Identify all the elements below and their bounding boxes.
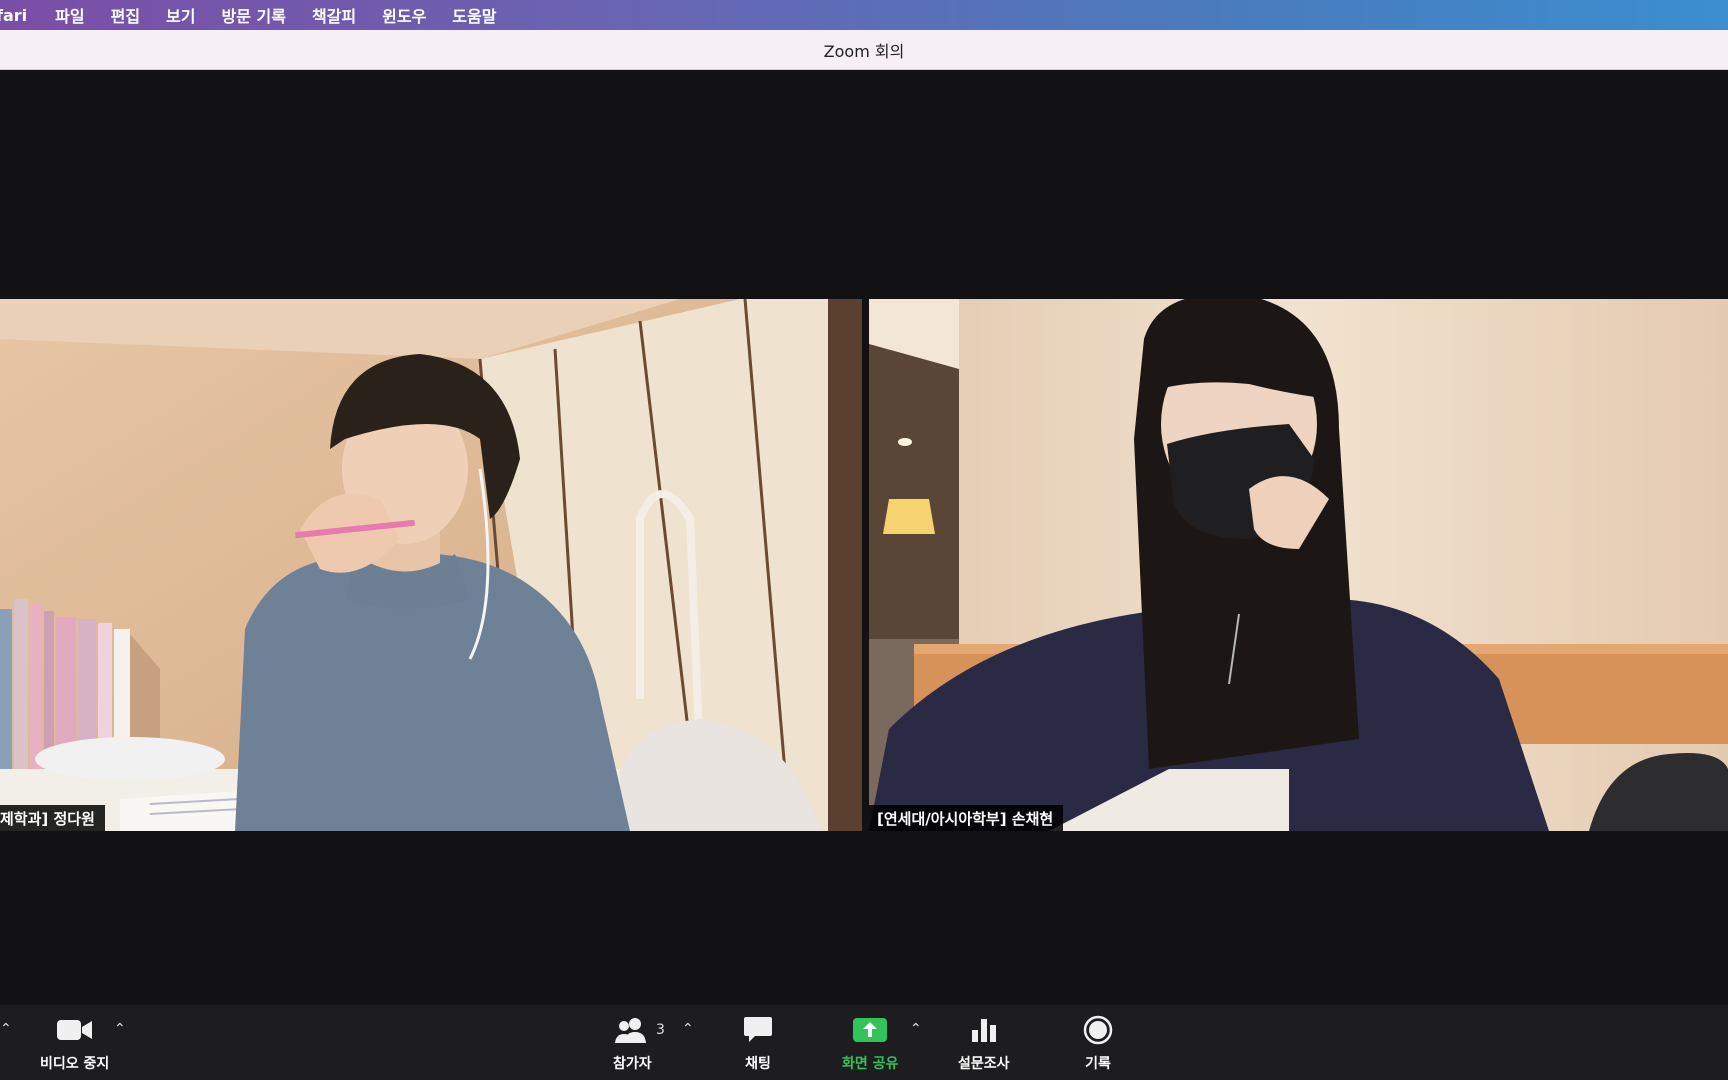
window-title: Zoom 회의 [823, 41, 905, 61]
video-tile-participant-2[interactable]: [연세대/아시아학부] 손채현 [869, 299, 1728, 831]
meeting-toolbar: ⌃ 비디오 중지 ⌃ 참가자 3 ⌃ 채팅 화면 공유 ⌃ 설문조사 기록 [0, 1005, 1728, 1080]
stop-video-button[interactable]: 비디오 중지 [40, 1013, 109, 1073]
menu-history[interactable]: 방문 기록 [222, 3, 286, 27]
polls-button[interactable]: 설문조사 [958, 1013, 1010, 1073]
participants-button[interactable]: 참가자 [613, 1013, 652, 1073]
record-button[interactable]: 기록 [1083, 1013, 1113, 1073]
menu-edit[interactable]: 편집 [111, 3, 140, 27]
window-title-bar: Zoom 회의 [0, 30, 1728, 70]
share-options-caret-icon[interactable]: ⌃ [910, 1021, 922, 1037]
chat-button[interactable]: 채팅 [743, 1013, 773, 1073]
audio-options-caret-icon[interactable]: ⌃ [0, 1021, 12, 1037]
meeting-area: 제학과] 정다원 [연세대/아시아학부] 손채현 [0, 70, 1728, 1005]
bar-chart-icon [970, 1013, 998, 1047]
record-icon [1083, 1013, 1113, 1047]
share-screen-icon [853, 1013, 888, 1047]
participant-name-tag: [연세대/아시아학부] 손채현 [869, 805, 1064, 831]
menu-view[interactable]: 보기 [166, 3, 195, 27]
menu-bookmarks[interactable]: 책갈피 [312, 3, 356, 27]
chat-label: 채팅 [745, 1056, 771, 1072]
participant-name: [연세대/아시아학부] 손채현 [877, 809, 1054, 828]
participants-label: 참가자 [613, 1056, 652, 1072]
participant-1-video [0, 299, 862, 831]
polls-label: 설문조사 [958, 1056, 1010, 1072]
video-camera-icon [56, 1013, 93, 1047]
menu-help[interactable]: 도움말 [452, 3, 496, 27]
app-menu[interactable]: fari [0, 6, 27, 25]
chat-bubble-icon [743, 1013, 773, 1047]
participant-2-video [869, 299, 1728, 831]
participant-name-tag: 제학과] 정다원 [0, 805, 105, 831]
share-screen-label: 화면 공유 [842, 1056, 899, 1072]
share-screen-button[interactable]: 화면 공유 [842, 1013, 898, 1073]
record-label: 기록 [1085, 1056, 1111, 1072]
stop-video-label: 비디오 중지 [40, 1056, 110, 1072]
participants-icon [615, 1013, 649, 1047]
participants-count: 3 [656, 1022, 665, 1038]
participants-options-caret-icon[interactable]: ⌃ [682, 1021, 694, 1037]
menu-file[interactable]: 파일 [55, 3, 84, 27]
video-tile-participant-1[interactable]: 제학과] 정다원 [0, 299, 862, 831]
menu-window[interactable]: 윈도우 [382, 3, 426, 27]
menu-bar: fari 파일 편집 보기 방문 기록 책갈피 윈도우 도움말 [0, 0, 1728, 30]
video-options-caret-icon[interactable]: ⌃ [114, 1021, 126, 1037]
participant-name: 제학과] 정다원 [0, 809, 95, 828]
